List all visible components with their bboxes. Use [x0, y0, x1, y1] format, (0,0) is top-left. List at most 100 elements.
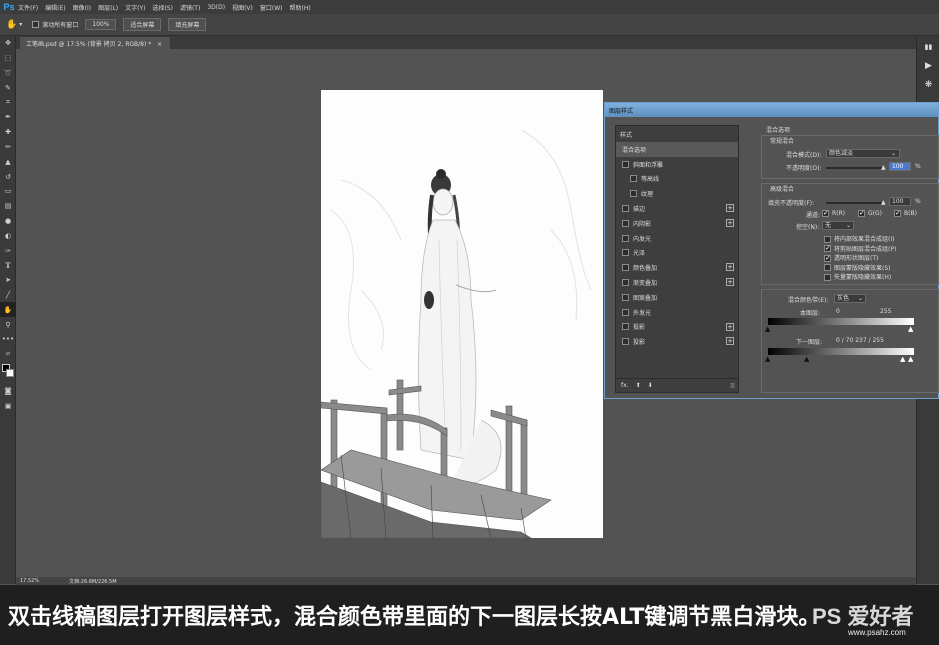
- foreground-background-color-swatch[interactable]: [0, 362, 16, 384]
- channel-r-checkbox[interactable]: [822, 209, 829, 217]
- opacity-input[interactable]: 100: [889, 162, 911, 171]
- quick-mask-icon[interactable]: ◙: [0, 384, 16, 399]
- knockout-select[interactable]: 无 ⌄: [822, 221, 854, 230]
- advanced-option-checkbox[interactable]: [824, 264, 831, 271]
- add-style-instance-button[interactable]: +: [726, 218, 734, 227]
- hand-tool-icon[interactable]: ✋: [0, 302, 16, 318]
- advanced-option[interactable]: 图层蒙版隐藏效果(S): [824, 263, 896, 273]
- fill-opacity-slider[interactable]: [826, 202, 884, 204]
- history-brush-tool-icon[interactable]: ↺: [0, 169, 16, 184]
- style-checkbox[interactable]: [630, 190, 637, 198]
- blend-if-select[interactable]: 灰色 ⌄: [834, 294, 866, 303]
- style-item[interactable]: 颜色叠加 +: [616, 260, 738, 275]
- menu-select[interactable]: 选择(S): [152, 3, 173, 12]
- trash-icon[interactable]: ▥: [730, 382, 736, 389]
- advanced-option[interactable]: 将剪贴图层混合成组(P): [824, 244, 896, 254]
- menu-view[interactable]: 视图(V): [232, 3, 253, 12]
- style-item[interactable]: 混合选项: [616, 142, 738, 157]
- add-style-instance-button[interactable]: +: [726, 263, 734, 272]
- actions-panel-icon[interactable]: ▶: [917, 58, 939, 74]
- document-canvas[interactable]: [321, 90, 603, 538]
- style-checkbox[interactable]: [622, 279, 629, 287]
- opacity-slider-handle[interactable]: ▲: [881, 164, 886, 171]
- opacity-slider[interactable]: [826, 167, 884, 169]
- move-down-icon[interactable]: ⬇: [648, 382, 653, 389]
- zoom-100-button[interactable]: 100%: [85, 19, 117, 30]
- channel-g-checkbox[interactable]: [858, 209, 865, 217]
- tool-preset-dropdown-icon[interactable]: ▾: [19, 21, 22, 28]
- style-checkbox[interactable]: [630, 175, 637, 183]
- style-checkbox[interactable]: [622, 205, 629, 213]
- this-layer-white-slider[interactable]: ▲: [908, 325, 913, 333]
- more-tools-icon[interactable]: •••: [0, 332, 16, 347]
- lasso-tool-icon[interactable]: ➰: [0, 66, 16, 81]
- advanced-option[interactable]: 透明形状图层(T): [824, 253, 896, 263]
- zoom-tool-icon[interactable]: ⚲: [0, 317, 16, 332]
- style-item[interactable]: 投影 +: [616, 320, 738, 335]
- advanced-option-checkbox[interactable]: [824, 273, 831, 281]
- add-style-instance-button[interactable]: +: [726, 322, 734, 331]
- style-item[interactable]: 内阴影 +: [616, 216, 738, 231]
- style-item[interactable]: 描边 +: [616, 201, 738, 216]
- marquee-tool-icon[interactable]: ⬚: [0, 51, 16, 66]
- clone-stamp-tool-icon[interactable]: ▲: [0, 154, 16, 169]
- advanced-option-checkbox[interactable]: [824, 254, 831, 262]
- menu-window[interactable]: 窗口(W): [260, 3, 283, 12]
- close-tab-icon[interactable]: ×: [157, 41, 162, 48]
- dialog-title-bar[interactable]: 图层样式: [605, 103, 938, 117]
- style-checkbox[interactable]: [622, 160, 629, 168]
- style-checkbox[interactable]: [622, 219, 629, 227]
- gradient-tool-icon[interactable]: ▤: [0, 199, 16, 214]
- zoom-level[interactable]: 17.52%: [20, 578, 39, 584]
- menu-filter[interactable]: 滤镜(T): [180, 3, 200, 12]
- screen-mode-icon[interactable]: ▣: [0, 398, 16, 413]
- properties-panel-icon[interactable]: ❋: [917, 77, 939, 93]
- menu-3d[interactable]: 3D(D): [207, 4, 225, 11]
- style-item[interactable]: 渐变叠加 +: [616, 275, 738, 290]
- style-checkbox[interactable]: [622, 323, 629, 331]
- menu-image[interactable]: 图像(I): [73, 3, 91, 12]
- style-item[interactable]: 斜面和浮雕: [616, 157, 738, 172]
- styles-header[interactable]: 样式: [616, 126, 738, 142]
- advanced-option-checkbox[interactable]: [824, 244, 831, 252]
- style-item[interactable]: 投影 +: [616, 334, 738, 349]
- style-item[interactable]: 光泽: [616, 246, 738, 261]
- menu-edit[interactable]: 编辑(E): [45, 3, 65, 12]
- move-tool-icon[interactable]: ✥: [0, 36, 16, 51]
- fill-opacity-slider-handle[interactable]: ▲: [881, 199, 886, 206]
- this-layer-black-slider[interactable]: ▲: [765, 325, 770, 333]
- add-style-instance-button[interactable]: +: [726, 337, 734, 346]
- advanced-option-checkbox[interactable]: [824, 235, 831, 243]
- fill-screen-button[interactable]: 填充屏幕: [168, 18, 207, 31]
- advanced-option[interactable]: 将内部效果混合成组(I): [824, 234, 896, 244]
- underlying-white-slider-right[interactable]: ▲: [908, 355, 913, 363]
- style-item[interactable]: 纹理: [616, 186, 738, 201]
- style-item[interactable]: 外发光: [616, 305, 738, 320]
- channel-b-option[interactable]: B(B): [894, 209, 917, 217]
- history-panel-icon[interactable]: ▮▮: [917, 39, 939, 55]
- fill-opacity-input[interactable]: 100: [889, 197, 911, 206]
- menu-help[interactable]: 帮助(H): [290, 3, 311, 12]
- quick-select-tool-icon[interactable]: ✎: [0, 80, 16, 95]
- advanced-option[interactable]: 矢量蒙版隐藏效果(H): [824, 272, 896, 282]
- style-checkbox[interactable]: [622, 308, 629, 316]
- underlying-black-slider-right[interactable]: ▲: [804, 355, 809, 363]
- healing-brush-tool-icon[interactable]: ✚: [0, 125, 16, 140]
- document-tab[interactable]: 工笔画.psd @ 17.5% (背景 拷贝 2, RGB/8) * ×: [20, 37, 171, 49]
- add-style-instance-button[interactable]: +: [726, 278, 734, 287]
- blend-mode-select[interactable]: 颜色减淡 ⌄: [826, 149, 900, 158]
- brush-tool-icon[interactable]: ✏: [0, 140, 16, 155]
- add-style-instance-button[interactable]: +: [726, 204, 734, 213]
- style-checkbox[interactable]: [622, 338, 629, 346]
- menu-layer[interactable]: 图层(L): [98, 3, 118, 12]
- pen-tool-icon[interactable]: ✑: [0, 243, 16, 258]
- style-item[interactable]: 图案叠加: [616, 290, 738, 305]
- style-checkbox[interactable]: [622, 249, 629, 257]
- channel-g-option[interactable]: G(G): [858, 209, 882, 217]
- underlying-black-slider-left[interactable]: ▲: [765, 355, 770, 363]
- line-tool-icon[interactable]: ╱: [0, 288, 16, 303]
- menu-file[interactable]: 文件(F): [18, 3, 38, 12]
- style-checkbox[interactable]: [622, 264, 629, 272]
- channel-r-option[interactable]: R(R): [822, 209, 845, 217]
- channel-b-checkbox[interactable]: [894, 209, 901, 217]
